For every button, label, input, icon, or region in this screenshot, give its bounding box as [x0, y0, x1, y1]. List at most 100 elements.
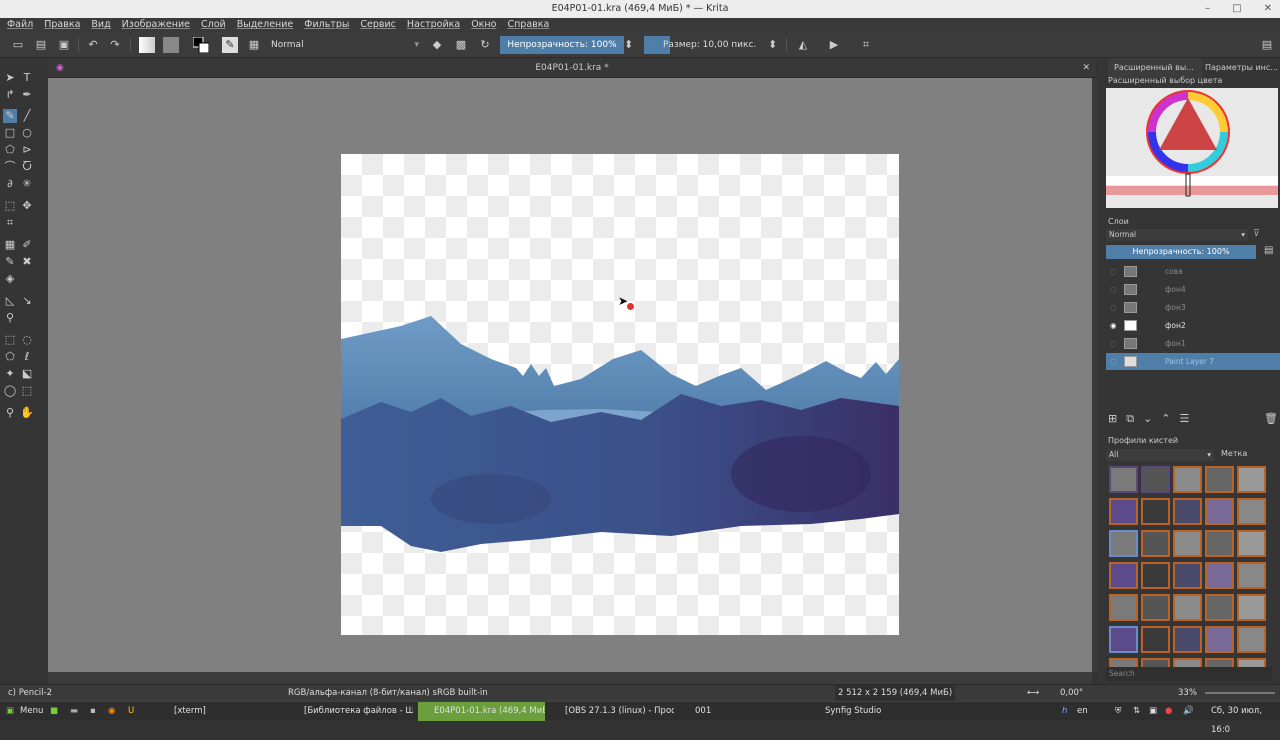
language-indicator[interactable]: en — [1077, 702, 1088, 721]
brush-preset[interactable] — [1141, 626, 1170, 653]
lasso-select-icon[interactable]: ℓ — [20, 350, 34, 364]
show-desktop-icon[interactable]: ■ — [50, 702, 58, 721]
brush-preset[interactable] — [1205, 466, 1234, 493]
assistant-tool-icon[interactable]: ◺ — [3, 294, 17, 308]
brush-search-input[interactable]: Search — [1106, 667, 1272, 681]
brush-preset[interactable] — [1173, 562, 1202, 589]
hp-icon[interactable]: ℎ — [1062, 702, 1067, 721]
select-shapes-icon[interactable]: ➤ — [3, 71, 17, 85]
firefox-icon[interactable]: ◉ — [108, 702, 115, 721]
zoom-tool-icon[interactable]: ⚲ — [3, 406, 17, 420]
layer-row[interactable]: ◌ фон3 — [1106, 299, 1280, 316]
undo-icon[interactable]: ↶ — [85, 37, 101, 53]
tag-button[interactable]: Метка — [1221, 449, 1247, 458]
layer-row-selected[interactable]: ◌ Paint Layer 7 — [1106, 353, 1280, 370]
transform-tool-icon[interactable]: ⬚ — [3, 199, 17, 213]
ellipse-tool-icon[interactable]: ○ — [20, 126, 34, 140]
mirror-horizontal-icon[interactable]: ◭ — [795, 37, 811, 53]
redo-icon[interactable]: ↷ — [107, 37, 123, 53]
brush-preset[interactable] — [1173, 466, 1202, 493]
brush-preset[interactable] — [1205, 498, 1234, 525]
duplicate-layer-icon[interactable]: ⧉ — [1126, 412, 1134, 426]
layer-properties-icon[interactable]: ▤ — [1264, 245, 1273, 256]
brush-preset[interactable] — [1109, 530, 1138, 557]
crop-tool-icon[interactable]: ⌗ — [3, 216, 17, 230]
text-tool-icon[interactable]: T — [20, 71, 34, 85]
menu-help[interactable]: Справка — [507, 18, 549, 32]
reference-tool-icon[interactable]: ⚲ — [3, 311, 17, 325]
brush-preset[interactable] — [1109, 594, 1138, 621]
task-obs[interactable]: [OBS 27.1.3 (linux) - Профи... — [549, 702, 674, 721]
brush-preset[interactable] — [1141, 466, 1170, 493]
workspace-icon[interactable]: ▤ — [1259, 37, 1275, 53]
ellipse-select-icon[interactable]: ◌ — [20, 333, 34, 347]
layer-options-icon[interactable]: ☰ — [1180, 412, 1190, 426]
colorize-mask-icon[interactable]: ✎ — [3, 255, 17, 269]
bezier-tool-icon[interactable]: ⌒ — [3, 160, 17, 174]
shield-icon[interactable]: ⛨ — [1115, 702, 1121, 721]
eye-icon[interactable]: ◉ — [1110, 317, 1117, 334]
maximize-icon[interactable]: □ — [1232, 0, 1241, 18]
tab-tool-options[interactable]: Параметры инс... — [1199, 58, 1280, 78]
unreal-icon[interactable]: U — [128, 702, 134, 721]
reload-preset-icon[interactable]: ↻ — [477, 37, 493, 53]
brush-preset[interactable] — [1237, 530, 1266, 557]
start-menu-button[interactable]: Menu — [20, 702, 43, 721]
polyline-tool-icon[interactable]: ⊳ — [20, 143, 34, 157]
layer-opacity-slider[interactable]: Непрозрачность: 100% — [1106, 245, 1256, 259]
drawing-canvas[interactable]: ➤ — [341, 154, 899, 635]
brush-preset[interactable] — [1109, 562, 1138, 589]
save-icon[interactable]: ▣ — [56, 37, 72, 53]
move-down-icon[interactable]: ⌄ — [1143, 412, 1152, 426]
zoom-value[interactable]: 33% — [1178, 685, 1197, 701]
brush-preset[interactable] — [1237, 626, 1266, 653]
brush-preset[interactable] — [1109, 626, 1138, 653]
menu-filter[interactable]: Фильтры — [304, 18, 349, 32]
terminal-icon[interactable]: ▪ — [90, 702, 96, 721]
gradient-swatch[interactable] — [139, 37, 155, 53]
brush-preset[interactable] — [1173, 626, 1202, 653]
brush-preset-icon[interactable]: ✎ — [222, 37, 238, 53]
menu-select[interactable]: Выделение — [237, 18, 294, 32]
layer-blend-select[interactable]: Normal ▾ — [1106, 229, 1248, 241]
mirror-vertical-icon[interactable]: ▶ — [826, 37, 842, 53]
zoom-slider[interactable] — [1205, 692, 1275, 694]
size-spin-icon[interactable]: ⬍ — [768, 37, 777, 53]
move-tool-icon[interactable]: ✥ — [20, 199, 34, 213]
fill-tool-icon[interactable]: ◈ — [3, 272, 17, 286]
menu-file[interactable]: Файл — [7, 18, 33, 32]
close-icon[interactable]: ✕ — [1264, 0, 1272, 18]
bezier-select-icon[interactable]: ◯ — [3, 384, 17, 398]
add-layer-icon[interactable]: ⊞ — [1108, 412, 1117, 426]
alpha-lock-icon[interactable]: ▩ — [453, 37, 469, 53]
freehand-brush-icon[interactable]: ✎ — [3, 109, 17, 123]
brush-preset[interactable] — [1237, 562, 1266, 589]
task-krita[interactable]: E04P01-01.kra (469,4 МиБ)... — [418, 702, 545, 721]
brush-preset[interactable] — [1173, 498, 1202, 525]
task-files[interactable]: [Библиотека файлов - Шк... — [288, 702, 413, 721]
gradient-tool-icon[interactable]: ▦ — [3, 238, 17, 252]
pattern-swatch[interactable] — [163, 37, 179, 53]
menu-image[interactable]: Изображение — [122, 18, 190, 32]
close-tab-icon[interactable]: ✕ — [1082, 58, 1090, 78]
brush-preset[interactable] — [1109, 498, 1138, 525]
brush-preset[interactable] — [1205, 530, 1234, 557]
layer-row[interactable]: ◌ сова — [1106, 263, 1280, 280]
brush-preset[interactable] — [1141, 594, 1170, 621]
line-tool-icon[interactable]: ╱ — [20, 109, 34, 123]
volume-icon[interactable]: 🔊 — [1183, 702, 1194, 721]
brush-preset[interactable] — [1205, 562, 1234, 589]
menu-edit[interactable]: Правка — [44, 18, 80, 32]
record-icon[interactable]: ● — [1165, 702, 1172, 721]
task-xterm[interactable]: [xterm] — [158, 702, 283, 721]
delete-layer-icon[interactable]: 🗑 — [1264, 412, 1278, 425]
task-synfig[interactable]: Synfig Studio — [809, 702, 934, 721]
edit-shapes-icon[interactable]: ↱ — [3, 88, 17, 102]
new-document-icon[interactable]: ▭ — [10, 37, 26, 53]
measure-tool-icon[interactable]: ↘ — [20, 294, 34, 308]
magnetic-select-icon[interactable]: ⬚ — [20, 384, 34, 398]
rotation-value[interactable]: 0,00° — [1060, 685, 1083, 701]
layer-row[interactable]: ◌ фон1 — [1106, 335, 1280, 352]
pan-tool-icon[interactable]: ✋ — [20, 406, 34, 420]
brush-preset[interactable] — [1205, 626, 1234, 653]
